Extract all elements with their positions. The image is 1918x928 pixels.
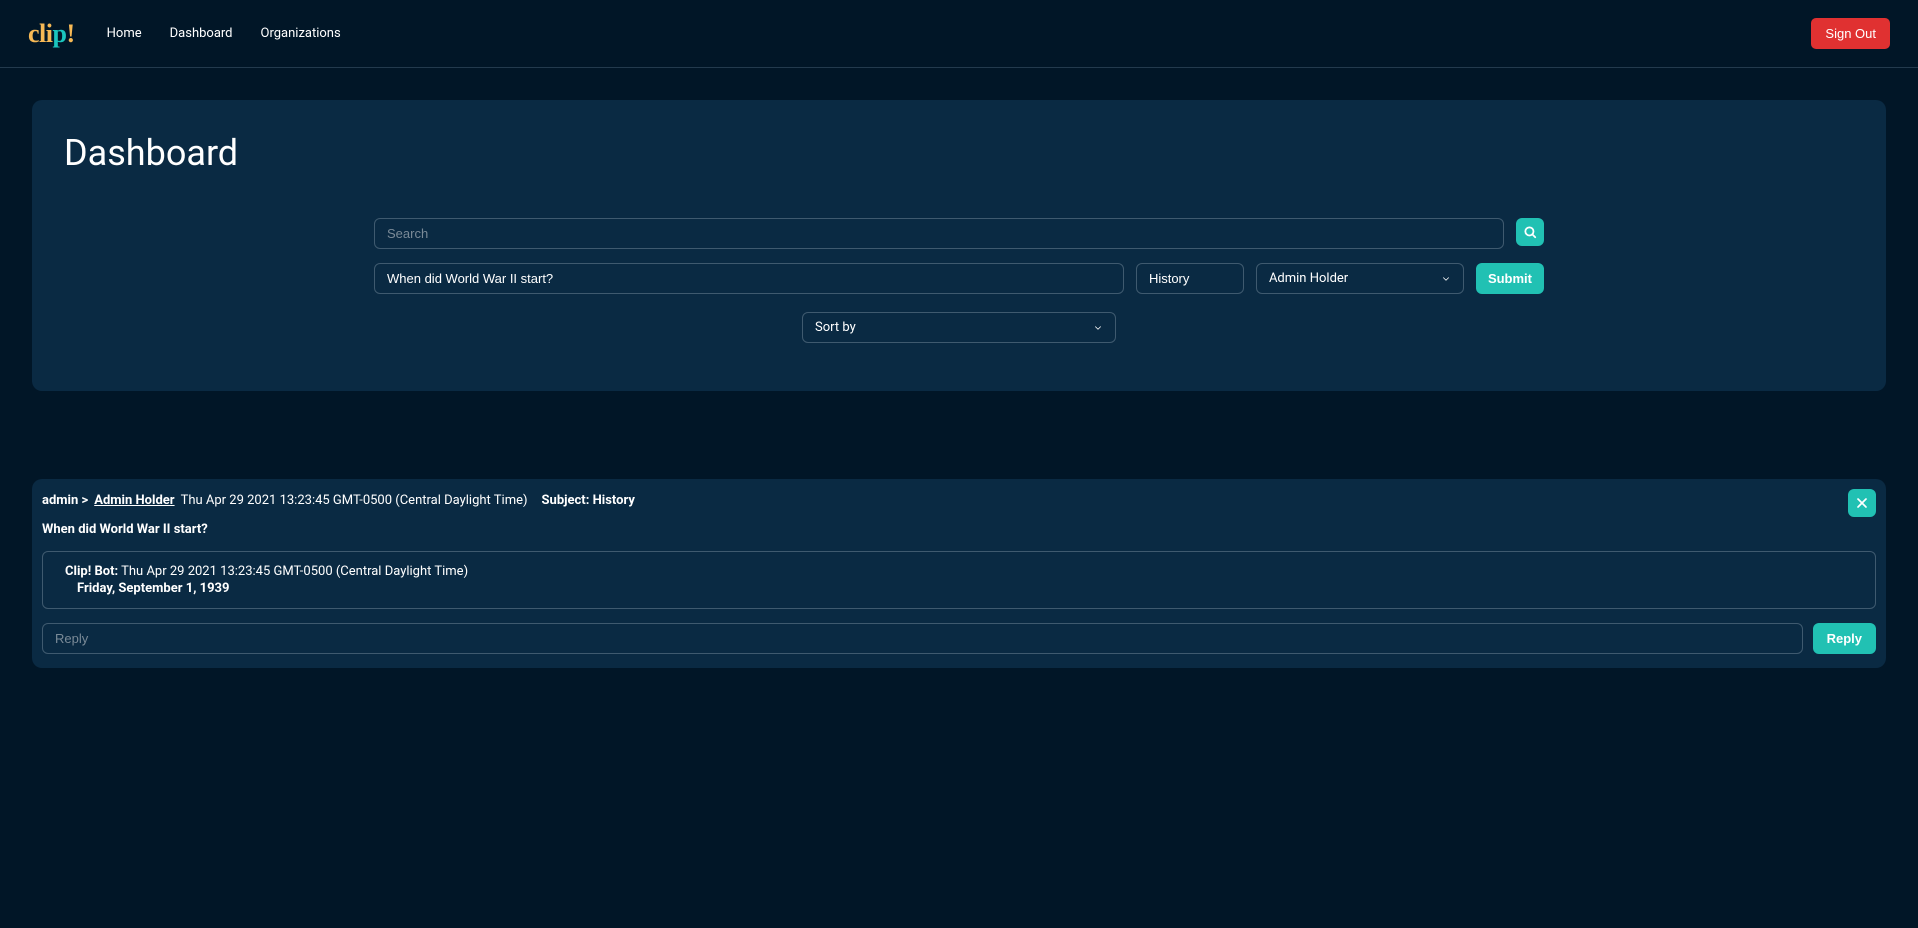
bot-name: Clip! Bot: — [65, 564, 118, 579]
bot-answer: Friday, September 1, 1939 — [77, 581, 1853, 596]
content: Dashboard Admin Holder Submit Sort by — [0, 68, 1918, 700]
logo[interactable]: clip! — [28, 19, 75, 49]
search-icon — [1523, 225, 1537, 239]
thread-card: admin > Admin Holder Thu Apr 29 2021 13:… — [32, 479, 1886, 668]
reply-row: Reply — [42, 623, 1876, 654]
sort-row: Sort by — [56, 312, 1862, 343]
reply-button[interactable]: Reply — [1813, 623, 1876, 654]
dashboard-card: Dashboard Admin Holder Submit Sort by — [32, 100, 1886, 391]
sort-select[interactable]: Sort by — [802, 312, 1116, 343]
thread-timestamp: Thu Apr 29 2021 13:23:45 GMT-0500 (Centr… — [181, 493, 528, 508]
navbar: clip! Home Dashboard Organizations Sign … — [0, 0, 1918, 68]
user-select[interactable]: Admin Holder — [1256, 263, 1464, 294]
thread-subject: Subject: History — [542, 493, 635, 508]
navbar-left: clip! Home Dashboard Organizations — [28, 19, 341, 49]
user-select-value: Admin Holder — [1269, 271, 1348, 286]
bot-reply-box: Clip! Bot: Thu Apr 29 2021 13:23:45 GMT-… — [42, 551, 1876, 609]
search-button[interactable] — [1516, 218, 1544, 246]
sort-select-label: Sort by — [815, 320, 856, 335]
thread-header: admin > Admin Holder Thu Apr 29 2021 13:… — [42, 493, 1876, 508]
chevron-down-icon — [1441, 274, 1451, 284]
nav-link-dashboard[interactable]: Dashboard — [170, 26, 233, 41]
nav-links: Home Dashboard Organizations — [107, 26, 341, 41]
sign-out-button[interactable]: Sign Out — [1811, 18, 1890, 49]
search-input[interactable] — [374, 218, 1504, 249]
subject-input[interactable] — [1136, 263, 1244, 294]
query-row: Admin Holder Submit — [374, 263, 1544, 294]
nav-link-home[interactable]: Home — [107, 26, 142, 41]
reply-input[interactable] — [42, 623, 1803, 654]
search-row — [374, 218, 1544, 249]
bot-timestamp: Thu Apr 29 2021 13:23:45 GMT-0500 (Centr… — [121, 564, 468, 579]
chevron-down-icon — [1093, 323, 1103, 333]
bot-header: Clip! Bot: Thu Apr 29 2021 13:23:45 GMT-… — [65, 564, 1853, 579]
close-button[interactable] — [1848, 489, 1876, 517]
submit-button[interactable]: Submit — [1476, 263, 1544, 294]
thread-user-prefix: admin > — [42, 493, 88, 508]
thread-user-link[interactable]: Admin Holder — [94, 493, 174, 508]
thread-question: When did World War II start? — [42, 522, 1876, 537]
question-input[interactable] — [374, 263, 1124, 294]
close-icon — [1854, 495, 1870, 511]
page-title: Dashboard — [64, 132, 1862, 174]
nav-link-organizations[interactable]: Organizations — [261, 26, 341, 41]
